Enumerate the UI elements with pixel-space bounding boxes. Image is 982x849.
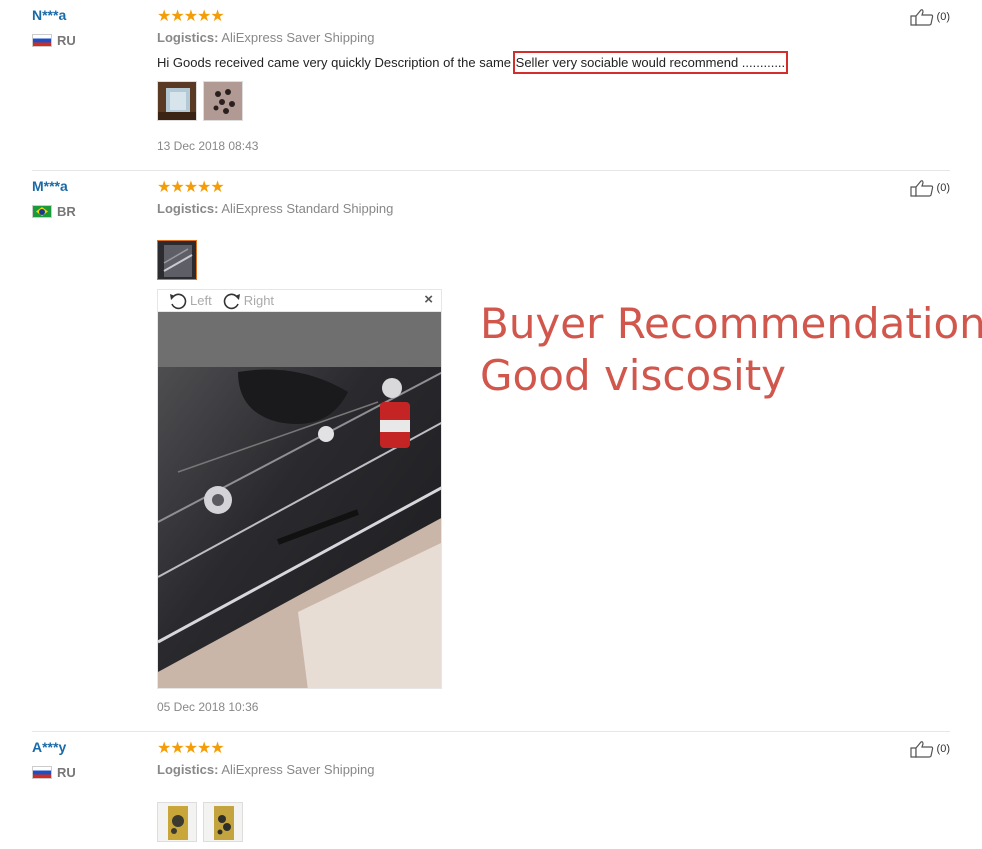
thumbs-up-icon	[909, 9, 933, 26]
star-rating: ★★★★★	[157, 740, 225, 757]
reviewer-country: RU	[32, 765, 76, 780]
helpful-count: (0)	[936, 182, 950, 194]
helpful-button[interactable]: (0)	[909, 740, 950, 758]
review-date: 13 Dec 2018 08:43	[157, 139, 259, 153]
review-photo-thumbnail[interactable]	[157, 81, 197, 121]
review-photo-thumbnail[interactable]	[157, 802, 197, 842]
photo-viewer-toolbar: Left Right ×	[157, 289, 442, 311]
thumbs-up-icon	[909, 741, 933, 758]
russia-flag-icon	[32, 766, 52, 779]
review-photos	[157, 802, 249, 842]
review-photo-thumbnail-selected[interactable]	[157, 240, 197, 280]
helpful-count: (0)	[936, 743, 950, 755]
thumbs-up-icon	[909, 180, 933, 197]
review-photos	[157, 240, 203, 280]
rotate-left-button[interactable]: Left	[168, 292, 212, 310]
country-code: BR	[57, 204, 76, 219]
highlighted-text: Seller very sociable would recommend ...…	[512, 51, 789, 74]
logistics-value: AliExpress Standard Shipping	[221, 201, 394, 216]
helpful-button[interactable]: (0)	[909, 179, 950, 197]
annotation-line-2: Good viscosity	[480, 351, 787, 400]
logistics-label: Logistics:	[157, 201, 219, 216]
reviewer-country: RU	[32, 33, 76, 48]
reviews-page: N***a RU ★★★★★ Logistics: AliExpress Sav…	[0, 0, 982, 849]
rotate-right-icon	[223, 293, 240, 309]
review-text: Hi Goods received came very quickly Desc…	[157, 51, 789, 74]
annotation-overlay: Buyer Recommendation Good viscosity	[480, 298, 982, 402]
country-code: RU	[57, 765, 76, 780]
brazil-flag-icon	[32, 205, 52, 218]
logistics-label: Logistics:	[157, 30, 219, 45]
russia-flag-icon	[32, 34, 52, 47]
review-text-plain: Hi Goods received came very quickly Desc…	[157, 55, 515, 70]
country-code: RU	[57, 33, 76, 48]
helpful-button[interactable]: (0)	[909, 8, 950, 26]
reviewer-name: N***a	[32, 7, 67, 23]
logistics-value: AliExpress Saver Shipping	[221, 30, 375, 45]
rotate-right-button[interactable]: Right	[222, 292, 274, 310]
rotate-right-label: Right	[243, 293, 275, 308]
helpful-count: (0)	[936, 11, 950, 23]
reviewer-name: M***a	[32, 178, 68, 194]
logistics-info: Logistics: AliExpress Saver Shipping	[157, 762, 375, 777]
review-photo-thumbnail[interactable]	[203, 81, 243, 121]
review-photo-large[interactable]	[157, 311, 442, 689]
annotation-line-1: Buyer Recommendation	[480, 299, 982, 348]
logistics-info: Logistics: AliExpress Saver Shipping	[157, 30, 375, 45]
logistics-info: Logistics: AliExpress Standard Shipping	[157, 201, 393, 216]
review-item: N***a RU ★★★★★ Logistics: AliExpress Sav…	[32, 0, 950, 171]
star-rating: ★★★★★	[157, 179, 225, 196]
rotate-left-icon	[170, 293, 187, 309]
reviewer-country: BR	[32, 204, 76, 219]
rotate-left-label: Left	[190, 293, 212, 308]
reviewer-name: A***y	[32, 739, 67, 755]
review-item: A***y RU ★★★★★ Logistics: AliExpress Sav…	[32, 732, 950, 849]
logistics-label: Logistics:	[157, 762, 219, 777]
close-viewer-button[interactable]: ×	[424, 291, 433, 308]
review-photo-thumbnail[interactable]	[203, 802, 243, 842]
review-date: 05 Dec 2018 10:36	[157, 700, 259, 714]
review-photos	[157, 81, 249, 121]
star-rating: ★★★★★	[157, 8, 225, 25]
logistics-value: AliExpress Saver Shipping	[221, 762, 375, 777]
review-item: M***a BR ★★★★★ Logistics: AliExpress Sta…	[32, 171, 950, 732]
